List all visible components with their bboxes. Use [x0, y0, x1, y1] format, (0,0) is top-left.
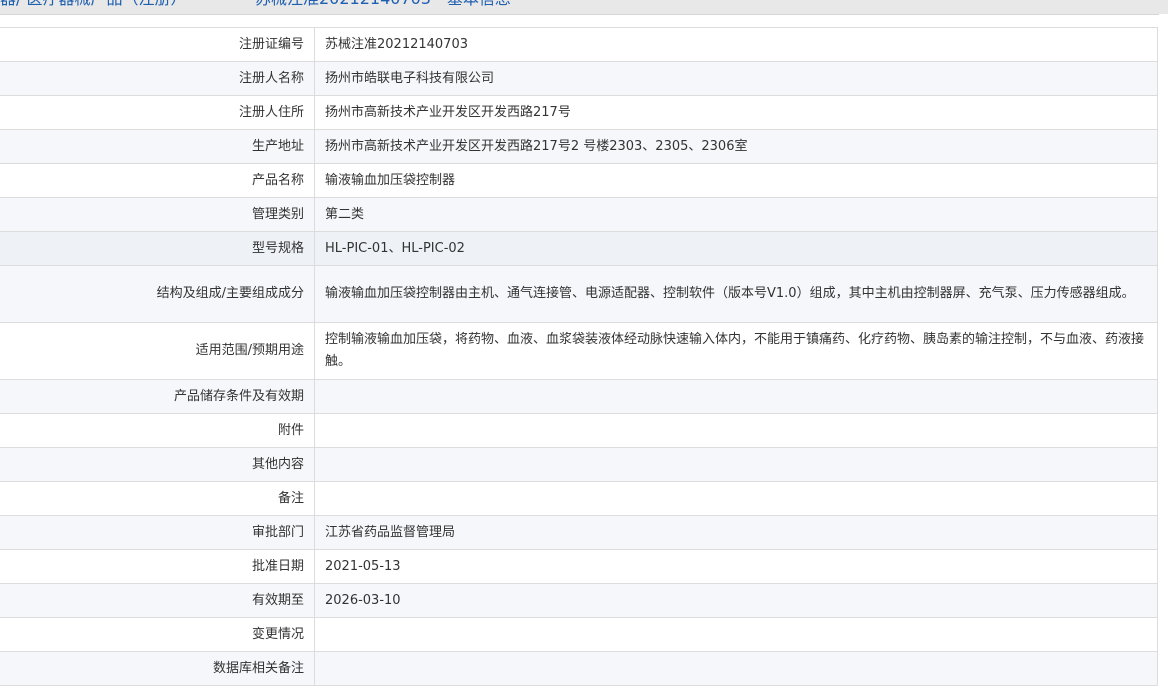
row-value-db-remarks: [314, 651, 1158, 686]
table-row: 生产地址 扬州市高新技术产业开发区开发西路217号2 号楼2303、2305、2…: [0, 129, 1158, 164]
row-label-approval-dept: 审批部门: [0, 515, 315, 550]
table-row: 变更情况: [0, 617, 1158, 652]
row-label-db-remarks: 数据库相关备注: [0, 651, 315, 686]
row-value-registration-no: 苏械注准20212140703: [314, 27, 1158, 62]
row-value-approval-dept: 江苏省药品监督管理局: [314, 515, 1158, 550]
row-value-approval-date: 2021-05-13: [314, 549, 1158, 584]
table-row: 审批部门 江苏省药品监督管理局: [0, 515, 1158, 550]
table-row: 数据库相关备注: [0, 651, 1158, 686]
row-label-production-address: 生产地址: [0, 129, 315, 164]
row-value-registrant-name: 扬州市皓联电子科技有限公司: [314, 61, 1158, 96]
table-row: 适用范围/预期用途 控制输液输血加压袋，将药物、血液、血浆袋装液体经动脉快速输入…: [0, 322, 1158, 380]
scroll-gutter: [1159, 14, 1168, 688]
detail-table: 注册证编号 苏械注准20212140703 注册人名称 扬州市皓联电子科技有限公…: [0, 27, 1158, 686]
table-row: 注册人住所 扬州市高新技术产业开发区开发西路217号: [0, 95, 1158, 130]
row-value-management-category: 第二类: [314, 197, 1158, 232]
table-row: 批准日期 2021-05-13: [0, 549, 1158, 584]
row-label-registrant-name: 注册人名称: [0, 61, 315, 96]
row-value-valid-until: 2026-03-10: [314, 583, 1158, 618]
row-label-changes: 变更情况: [0, 617, 315, 652]
row-label-registration-no: 注册证编号: [0, 27, 315, 62]
row-label-remarks: 备注: [0, 481, 315, 516]
row-value-other: [314, 447, 1158, 482]
row-value-registrant-address: 扬州市高新技术产业开发区开发西路217号: [314, 95, 1158, 130]
row-label-approval-date: 批准日期: [0, 549, 315, 584]
row-label-product-name: 产品名称: [0, 163, 315, 198]
row-label-storage: 产品储存条件及有效期: [0, 379, 315, 414]
row-label-structure: 结构及组成/主要组成成分: [0, 265, 315, 323]
table-row: 注册人名称 扬州市皓联电子科技有限公司: [0, 61, 1158, 96]
page-title: 苏械注准20212140703 - 基本信息: [255, 0, 511, 9]
row-label-model-spec: 型号规格: [0, 231, 315, 266]
table-row: 有效期至 2026-03-10: [0, 583, 1158, 618]
table-row: 产品名称 输液输血加压袋控制器: [0, 163, 1158, 198]
table-row: 其他内容: [0, 447, 1158, 482]
breadcrumb[interactable]: 器/ 医疗器械产品（注册）: [0, 0, 186, 9]
row-label-other: 其他内容: [0, 447, 315, 482]
row-label-intended-use: 适用范围/预期用途: [0, 322, 315, 380]
table-row: 注册证编号 苏械注准20212140703: [0, 27, 1158, 62]
row-label-attachment: 附件: [0, 413, 315, 448]
row-value-changes: [314, 617, 1158, 652]
table-row: 备注: [0, 481, 1158, 516]
row-label-management-category: 管理类别: [0, 197, 315, 232]
row-value-structure: 输液输血加压袋控制器由主机、通气连接管、电源适配器、控制软件（版本号V1.0）组…: [314, 265, 1158, 323]
row-value-intended-use: 控制输液输血加压袋，将药物、血液、血浆袋装液体经动脉快速输入体内，不能用于镇痛药…: [314, 322, 1158, 380]
row-label-registrant-address: 注册人住所: [0, 95, 315, 130]
row-value-model-spec: HL-PIC-01、HL-PIC-02: [314, 231, 1158, 266]
row-value-product-name: 输液输血加压袋控制器: [314, 163, 1158, 198]
table-row: 附件: [0, 413, 1158, 448]
row-value-production-address: 扬州市高新技术产业开发区开发西路217号2 号楼2303、2305、2306室: [314, 129, 1158, 164]
table-row-highlighted: 型号规格 HL-PIC-01、HL-PIC-02: [0, 231, 1158, 266]
row-value-storage: [314, 379, 1158, 414]
row-value-attachment: [314, 413, 1158, 448]
table-row: 结构及组成/主要组成成分 输液输血加压袋控制器由主机、通气连接管、电源适配器、控…: [0, 265, 1158, 323]
table-row: 管理类别 第二类: [0, 197, 1158, 232]
detail-panel: 注册证编号 苏械注准20212140703 注册人名称 扬州市皓联电子科技有限公…: [0, 27, 1158, 686]
header-bar: 器/ 医疗器械产品（注册） 苏械注准20212140703 - 基本信息: [0, 0, 1168, 15]
row-value-remarks: [314, 481, 1158, 516]
table-row: 产品储存条件及有效期: [0, 379, 1158, 414]
row-label-valid-until: 有效期至: [0, 583, 315, 618]
